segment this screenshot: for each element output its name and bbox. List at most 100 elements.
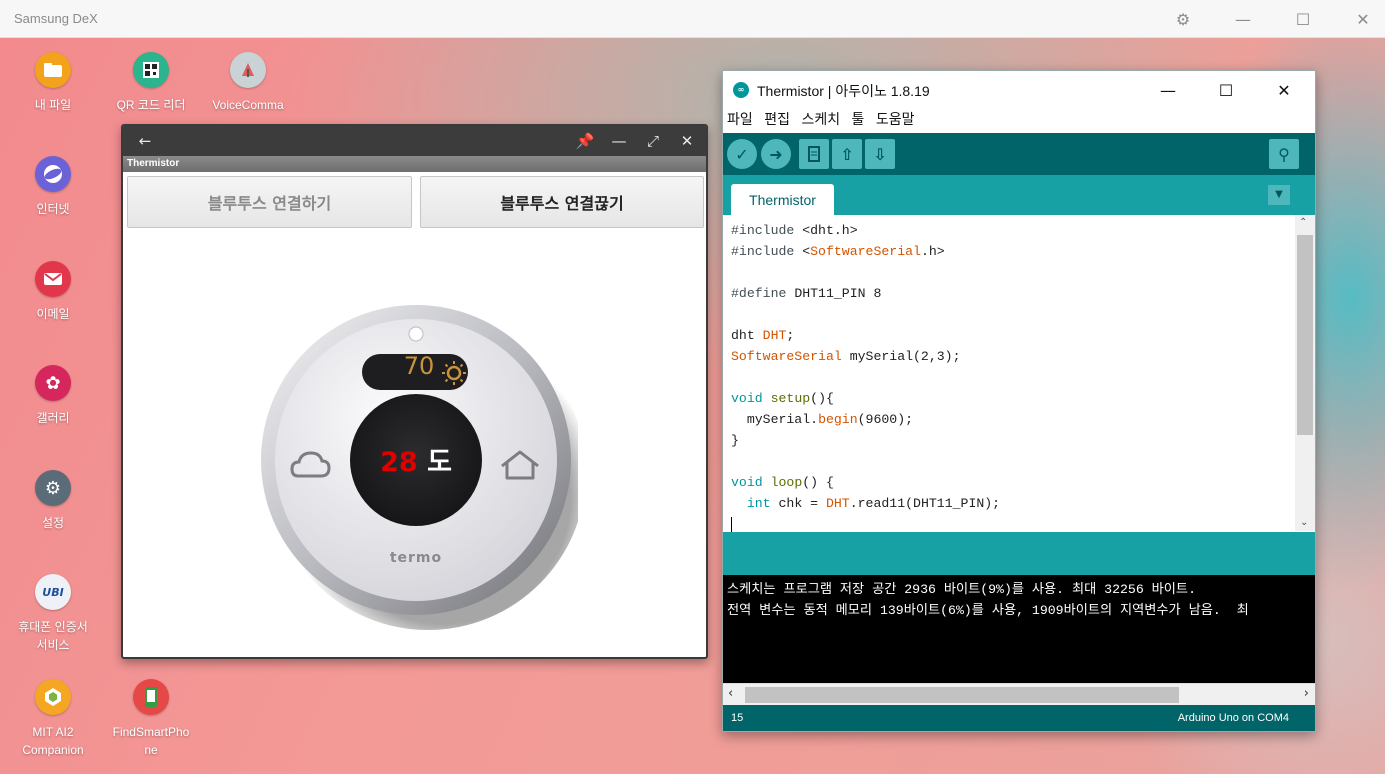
arduino-toolbar: ✓ ➜ ⇧ ⇩ ⚲ <box>723 133 1315 175</box>
temperature-value: 28 <box>380 447 418 478</box>
expand-icon[interactable]: ⤢ <box>637 126 669 156</box>
console-line: 스케치는 프로그램 저장 공간 2936 바이트(9%)를 사용. 최대 322… <box>727 582 1196 597</box>
scroll-down-icon[interactable]: ⌄ <box>1300 517 1308 528</box>
voice-command-icon <box>230 52 266 88</box>
editor-vertical-scrollbar[interactable]: ⌃ ⌄ <box>1295 215 1315 531</box>
close-icon[interactable]: ✕ <box>1343 0 1383 38</box>
open-sketch-icon[interactable]: ⇧ <box>832 139 862 169</box>
code-token: .read11(DHT11_PIN); <box>849 496 1001 511</box>
message-area <box>723 532 1315 575</box>
minimize-icon[interactable]: — <box>1139 71 1197 109</box>
new-sketch-icon[interactable] <box>799 139 829 169</box>
maximize-icon[interactable]: ☐ <box>1283 0 1323 38</box>
tab-thermistor[interactable]: Thermistor <box>731 184 834 215</box>
ubikey-icon: UBI <box>35 574 71 610</box>
board-port: Arduino Uno on COM4 <box>1177 712 1289 724</box>
brand-label: termo <box>389 550 443 566</box>
desktop-icon-label: 설정 <box>41 516 65 530</box>
qr-code-icon <box>133 52 169 88</box>
desktop-icon-label: VoiceComma nd <box>212 98 284 112</box>
desktop-icon-email[interactable]: 이메일 <box>3 261 103 323</box>
code-token: } <box>731 433 739 448</box>
desktop-icon-gallery[interactable]: ✿ 갤러리 <box>3 365 103 427</box>
text-cursor <box>731 516 732 533</box>
desktop-icon-label: FindSmartPho ne <box>112 725 190 757</box>
tab-menu-dropdown-icon[interactable]: ▼ <box>1268 185 1290 205</box>
desktop-icon-label: QR 코드 리더 <box>116 98 186 112</box>
bluetooth-connect-button[interactable]: 블루투스 연결하기 <box>127 176 412 228</box>
close-icon[interactable]: ✕ <box>671 126 703 156</box>
scroll-up-icon[interactable]: ⌃ <box>1299 217 1307 228</box>
menu-help[interactable]: 도움말 <box>876 112 915 128</box>
menu-tools[interactable]: 툴 <box>852 112 865 128</box>
code-token: (){ <box>810 391 834 406</box>
serial-monitor-icon[interactable]: ⚲ <box>1269 139 1299 169</box>
app-window-bar: ← 📌 — ⤢ ✕ <box>123 126 706 156</box>
close-icon[interactable]: ✕ <box>1255 71 1313 109</box>
line-number: 15 <box>731 712 744 724</box>
code-token: mySerial(2,3); <box>841 349 961 364</box>
output-console: 스케치는 프로그램 저장 공간 2936 바이트(9%)를 사용. 최대 322… <box>723 575 1315 683</box>
desktop-icon-internet[interactable]: 인터넷 <box>3 156 103 218</box>
menu-sketch[interactable]: 스케치 <box>801 112 840 128</box>
code-line: dht DHT; <box>731 325 1295 346</box>
code-line: SoftwareSerial mySerial(2,3); <box>731 346 1295 367</box>
menu-file[interactable]: 파일 <box>727 112 753 128</box>
code-token: chk = <box>770 496 826 511</box>
internet-icon <box>35 156 71 192</box>
code-token: <dht.h> <box>794 223 858 238</box>
gear-icon[interactable]: ⚙ <box>1163 0 1203 38</box>
maximize-icon[interactable]: ☐ <box>1197 71 1255 109</box>
minimize-icon[interactable]: — <box>1223 0 1263 38</box>
scroll-thumb[interactable] <box>1297 235 1313 435</box>
code-line: } <box>731 430 1295 451</box>
desktop-icon-mit-ai2[interactable]: MIT AI2 Companion <box>3 679 103 759</box>
dex-title-bar: Samsung DeX ⚙ — ☐ ✕ <box>0 0 1385 38</box>
code-token: (9600); <box>857 412 914 427</box>
code-line: void setup(){ <box>731 388 1295 409</box>
pin-icon[interactable]: 📌 <box>569 126 601 156</box>
code-token: void <box>731 391 763 406</box>
code-token: mySerial. <box>731 412 819 427</box>
minimize-icon[interactable]: — <box>603 126 635 156</box>
folder-icon <box>35 52 71 88</box>
arduino-menu-bar: 파일 편집 스케치 툴 도움말 <box>723 109 1315 133</box>
arduino-title-bar: ∞ Thermistor | 아두이노 1.8.19 — ☐ ✕ <box>723 71 1315 109</box>
scroll-right-icon[interactable]: › <box>1304 686 1309 701</box>
scroll-left-icon[interactable]: ‹ <box>728 686 733 701</box>
desktop-icon-label: MIT AI2 Companion <box>22 725 84 757</box>
code-editor[interactable]: #include <dht.h> #include <SoftwareSerial… <box>723 215 1295 533</box>
code-token: #include <box>731 223 795 238</box>
dex-title: Samsung DeX <box>14 11 98 26</box>
code-token: < <box>794 244 811 259</box>
thermistor-app-window: ← 📌 — ⤢ ✕ Thermistor 블루투스 연결하기 블루투스 연결끊기 <box>121 124 708 659</box>
code-token: DHT <box>762 328 787 343</box>
console-horizontal-scrollbar[interactable]: ‹ › <box>723 683 1315 705</box>
save-sketch-icon[interactable]: ⇩ <box>865 139 895 169</box>
setpoint-value: 70 <box>403 352 435 380</box>
back-arrow-icon[interactable]: ← <box>129 126 161 156</box>
desktop-icon-my-files[interactable]: 내 파일 <box>3 52 103 114</box>
code-token: () { <box>802 475 834 490</box>
arduino-logo-icon: ∞ <box>733 82 749 98</box>
code-token: setup <box>770 391 811 406</box>
verify-icon[interactable]: ✓ <box>727 139 757 169</box>
desktop-icon-qr-reader[interactable]: QR 코드 리더 <box>101 52 201 114</box>
desktop-icon-settings[interactable]: ⚙ 설정 <box>3 470 103 532</box>
scroll-thumb[interactable] <box>745 687 1179 703</box>
desktop-icon-voicecommand[interactable]: VoiceComma nd <box>198 52 298 114</box>
desktop-icon-label: 이메일 <box>36 307 70 321</box>
upload-icon[interactable]: ➜ <box>761 139 791 169</box>
code-token: DHT <box>825 496 850 511</box>
code-token: SoftwareSerial <box>810 244 921 259</box>
desktop-icon-find-phone[interactable]: FindSmartPho ne <box>101 679 201 759</box>
code-line: int chk = DHT.read11(DHT11_PIN); <box>731 493 1295 514</box>
desktop-icon-ubikey[interactable]: UBI 휴대폰 인증서 서비스 <box>3 574 103 654</box>
bluetooth-disconnect-button[interactable]: 블루투스 연결끊기 <box>420 176 704 228</box>
menu-edit[interactable]: 편집 <box>764 112 790 128</box>
temperature-unit: 도 <box>427 447 452 478</box>
gallery-icon: ✿ <box>35 365 71 401</box>
